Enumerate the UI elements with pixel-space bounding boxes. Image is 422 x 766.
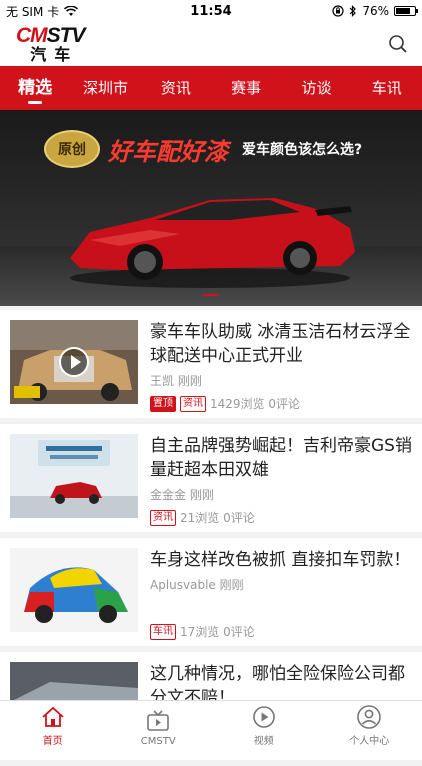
home-icon bbox=[40, 704, 66, 730]
bottom-tab-bar: 首页 CMSTV 视频 个人中心 bbox=[0, 700, 422, 750]
rotation-lock-icon bbox=[332, 5, 344, 17]
tab-interviews[interactable]: 访谈 bbox=[281, 66, 351, 110]
play-circle-icon bbox=[251, 704, 277, 730]
news-stats: 17浏览 0评论 bbox=[180, 623, 255, 640]
carrier-text: 无 SIM 卡 bbox=[6, 3, 59, 20]
tab-events[interactable]: 赛事 bbox=[211, 66, 281, 110]
tab-cmstv[interactable]: CMSTV bbox=[106, 701, 212, 750]
battery-percent: 76% bbox=[362, 4, 389, 18]
tab-cmstv-label: CMSTV bbox=[141, 736, 176, 747]
banner-subtitle: 爱车颜色该怎么选? bbox=[242, 139, 362, 159]
status-bar: 无 SIM 卡 11:54 76% bbox=[0, 0, 422, 22]
category-tabs: 精选 深圳市 资讯 赛事 访谈 车讯 bbox=[0, 66, 422, 110]
logo-cm: CM bbox=[16, 24, 47, 47]
banner-pagination bbox=[0, 294, 422, 296]
news-title: 车身这样改色被抓 直接扣车罚款！ bbox=[150, 548, 412, 572]
news-stats: 1429浏览 0评论 bbox=[210, 395, 300, 412]
featured-banner[interactable]: 原创 好车配好漆 爱车颜色该怎么选? bbox=[0, 110, 422, 306]
tab-featured[interactable]: 精选 bbox=[0, 66, 70, 110]
user-icon bbox=[356, 704, 382, 730]
tv-icon bbox=[145, 708, 171, 734]
tab-car-news[interactable]: 车讯 bbox=[352, 66, 422, 110]
category-tag: 车讯 bbox=[150, 624, 176, 640]
search-icon[interactable] bbox=[388, 34, 408, 54]
news-thumbnail bbox=[10, 320, 138, 404]
app-header: CMSTV 汽车 bbox=[0, 22, 422, 66]
news-item[interactable]: 豪车车队助威 冰清玉洁石材云浮全球配送中心正式开业 王凯 刚刚 置顶 资讯 14… bbox=[0, 310, 422, 418]
news-author: Aplusvable 刚刚 bbox=[150, 576, 412, 593]
news-thumbnail bbox=[10, 434, 138, 518]
news-title: 豪车车队助威 冰清玉洁石材云浮全球配送中心正式开业 bbox=[150, 320, 412, 368]
tab-news[interactable]: 资讯 bbox=[141, 66, 211, 110]
news-item[interactable]: 车身这样改色被抓 直接扣车罚款！ Aplusvable 刚刚 车讯 17浏览 0… bbox=[0, 538, 422, 646]
play-icon[interactable] bbox=[59, 347, 89, 377]
red-sports-car-image bbox=[60, 170, 360, 290]
pinned-tag: 置顶 bbox=[150, 396, 176, 412]
news-thumbnail bbox=[10, 548, 138, 632]
tab-profile[interactable]: 个人中心 bbox=[317, 701, 422, 750]
category-tag: 资讯 bbox=[150, 510, 176, 526]
wifi-icon bbox=[64, 6, 78, 17]
logo-subtitle: 汽车 bbox=[22, 47, 78, 63]
tab-shenzhen[interactable]: 深圳市 bbox=[70, 66, 140, 110]
news-title: 自主品牌强势崛起！吉利帝豪GS销量赶超本田双雄 bbox=[150, 434, 412, 482]
original-badge: 原创 bbox=[44, 130, 100, 168]
banner-headline: 原创 好车配好漆 爱车颜色该怎么选? bbox=[44, 130, 362, 168]
battery-icon bbox=[394, 6, 416, 16]
news-item[interactable]: 自主品牌强势崛起！吉利帝豪GS销量赶超本田双雄 金金金 刚刚 资讯 21浏览 0… bbox=[0, 424, 422, 532]
banner-title: 好车配好漆 bbox=[108, 132, 228, 167]
bluetooth-icon bbox=[349, 5, 357, 17]
news-feed: 豪车车队助威 冰清玉洁石材云浮全球配送中心正式开业 王凯 刚刚 置顶 资讯 14… bbox=[0, 310, 422, 766]
category-tag: 资讯 bbox=[180, 396, 206, 412]
tab-profile-label: 个人中心 bbox=[349, 732, 389, 747]
news-author: 金金金 刚刚 bbox=[150, 486, 412, 503]
cmstv-logo: CMSTV 汽车 bbox=[16, 25, 85, 63]
tab-home[interactable]: 首页 bbox=[0, 701, 106, 750]
logo-stv: STV bbox=[47, 24, 85, 47]
tab-home-label: 首页 bbox=[43, 732, 63, 747]
tab-video[interactable]: 视频 bbox=[211, 701, 317, 750]
tab-video-label: 视频 bbox=[254, 732, 274, 747]
news-author: 王凯 刚刚 bbox=[150, 372, 412, 389]
news-stats: 21浏览 0评论 bbox=[180, 509, 255, 526]
banner-dot bbox=[203, 294, 219, 296]
